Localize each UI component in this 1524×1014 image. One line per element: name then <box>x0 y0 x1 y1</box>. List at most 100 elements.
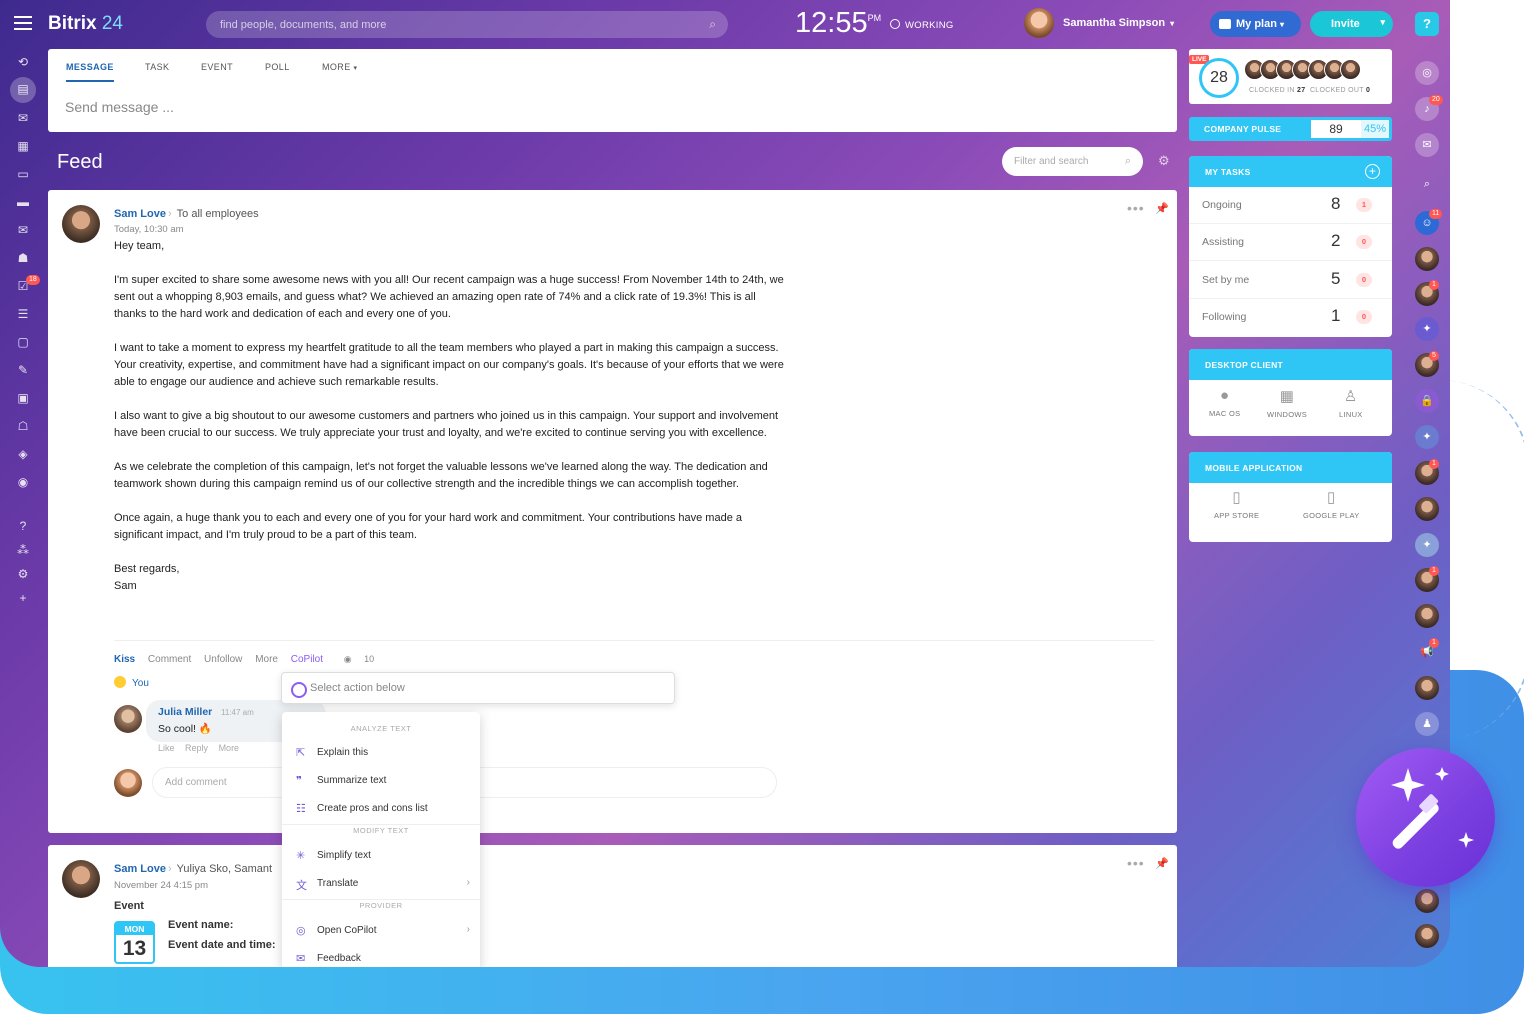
menu-item-translate[interactable]: 文 Translate › <box>282 871 480 897</box>
contact-avatar[interactable] <box>1415 497 1439 521</box>
tasks-icon[interactable]: ☑ 18 <box>8 274 40 298</box>
contacts-icon[interactable]: ▣ <box>8 386 38 410</box>
plus-icon[interactable]: + <box>1365 164 1380 179</box>
pin-icon[interactable]: 📌 <box>1155 857 1169 870</box>
messages-icon[interactable]: ✉ <box>1415 133 1439 157</box>
copilot-icon[interactable]: ◎ <box>1415 61 1439 85</box>
more-icon[interactable]: ◉ <box>8 470 38 494</box>
help-button[interactable]: ? <box>1415 12 1439 36</box>
copilot-select-input[interactable]: Select action below <box>281 672 675 704</box>
kiss-button[interactable]: Kiss <box>114 654 135 665</box>
google-play-download[interactable]: ▯ GOOGLE PLAY <box>1303 488 1360 520</box>
contact-avatar[interactable]: 1 <box>1415 566 1439 592</box>
more-icon[interactable]: ••• <box>1127 200 1145 216</box>
post-author[interactable]: Sam Love <box>114 863 166 875</box>
contact-avatar[interactable]: 5 <box>1415 351 1439 377</box>
user-icon[interactable]: ♟ <box>1415 712 1439 736</box>
work-status[interactable]: WORKING <box>890 19 954 31</box>
avatar[interactable] <box>114 705 142 733</box>
contact-avatar[interactable] <box>1415 604 1439 628</box>
menu-item-explain[interactable]: ⇱ Explain this <box>282 740 480 766</box>
contact-avatar[interactable] <box>1415 889 1439 913</box>
contact-avatar[interactable] <box>1415 247 1439 271</box>
task-row[interactable]: Assisting 2 0 <box>1189 224 1392 261</box>
like-link[interactable]: Like <box>158 743 175 753</box>
user-menu[interactable]: Samantha Simpson ▾ <box>1024 8 1174 38</box>
contact-avatar[interactable] <box>1415 676 1439 700</box>
avatar[interactable] <box>62 205 100 243</box>
copilot-button[interactable]: CoPilot <box>291 654 323 665</box>
clock[interactable]: 12:55PM <box>795 7 881 40</box>
tab-poll[interactable]: POLL <box>265 62 290 72</box>
tab-message[interactable]: MESSAGE <box>66 62 114 82</box>
lock-icon[interactable]: 🔒 <box>1415 389 1439 413</box>
menu-icon[interactable] <box>14 16 32 30</box>
attendance-ring[interactable]: 28 <box>1199 58 1239 98</box>
comment-button[interactable]: Comment <box>148 654 191 665</box>
tab-event[interactable]: EVENT <box>201 62 233 72</box>
search-icon[interactable]: ⌕ <box>709 17 716 32</box>
search-input[interactable]: find people, documents, and more ⌕ <box>206 11 728 38</box>
more-icon[interactable]: ••• <box>1127 855 1145 871</box>
contact-avatar[interactable] <box>1415 924 1439 948</box>
post-recipients[interactable]: › Yuliya Sko, Samant <box>168 863 272 875</box>
post-recipients[interactable]: › To all employees <box>168 208 259 220</box>
group-avatar[interactable]: ✦ <box>1415 533 1439 557</box>
settings-icon[interactable]: ⚙ <box>8 562 38 586</box>
menu-item-feedback[interactable]: ✉ Feedback <box>282 946 480 967</box>
menu-item-summarize[interactable]: ❞ Summarize text <box>282 768 480 794</box>
crm-icon[interactable]: ☰ <box>8 302 38 326</box>
avatar[interactable] <box>62 860 100 898</box>
more-link[interactable]: More <box>219 743 240 753</box>
sites-icon[interactable]: ▢ <box>8 330 38 354</box>
logo[interactable]: Bitrix 24 <box>48 13 123 35</box>
document-icon[interactable]: ▭ <box>8 162 38 186</box>
robot-icon[interactable]: ☖ <box>8 414 38 438</box>
activity-icon[interactable]: ⟲ <box>8 50 38 74</box>
group-avatar[interactable]: ✦ <box>1415 425 1439 449</box>
gear-icon[interactable]: ⚙ <box>1158 153 1170 169</box>
search-icon[interactable]: ⌕ <box>1415 172 1439 196</box>
send-message-input[interactable]: Send message ... <box>65 99 174 115</box>
contact-avatar[interactable]: 1 <box>1415 459 1439 485</box>
chat-icon[interactable]: ✉ <box>8 106 38 130</box>
company-pulse[interactable]: COMPANY PULSE 89 45% <box>1189 117 1392 141</box>
group-chat-icon[interactable]: ☺ 11 <box>1415 209 1443 235</box>
reaction-you[interactable]: You <box>114 676 149 689</box>
box-icon[interactable]: ◈ <box>8 442 38 466</box>
windows-download[interactable]: ▦ WINDOWS <box>1267 387 1307 419</box>
calendar-icon[interactable]: ▦ <box>8 134 38 158</box>
timeman-widget[interactable]: LIVE 28 CLOCKED IN 27 CLOCKED OUT 0 <box>1189 49 1392 104</box>
task-row[interactable]: Following 1 0 <box>1189 299 1392 336</box>
groups-icon[interactable]: ☗ <box>8 246 38 270</box>
group-avatar[interactable]: ✦ <box>1415 317 1439 341</box>
task-row[interactable]: Set by me 5 0 <box>1189 262 1392 299</box>
add-icon[interactable]: + <box>8 586 38 610</box>
menu-item-open-copilot[interactable]: ◎ Open CoPilot › <box>282 918 480 944</box>
comment-author[interactable]: Julia Miller <box>158 706 212 718</box>
unfollow-button[interactable]: Unfollow <box>204 654 242 665</box>
contact-avatar[interactable]: 1 <box>1415 280 1439 306</box>
mail-icon[interactable]: ✉ <box>8 218 38 242</box>
reply-link[interactable]: Reply <box>185 743 208 753</box>
mac-os-download[interactable]: ● MAC OS <box>1209 387 1240 418</box>
megaphone-icon[interactable]: 📢 1 <box>1415 638 1439 664</box>
bell-icon[interactable]: ♪ 20 <box>1415 95 1443 121</box>
menu-item-pros-cons[interactable]: ☷ Create pros and cons list <box>282 796 480 822</box>
filter-search-input[interactable]: Filter and search ⌕ <box>1002 147 1143 176</box>
menu-item-simplify[interactable]: ✳ Simplify text <box>282 843 480 869</box>
feed-icon[interactable]: ▤ <box>10 77 36 103</box>
invite-button[interactable]: Invite <box>1310 11 1393 37</box>
drive-icon[interactable]: ▬ <box>8 190 38 214</box>
app-store-download[interactable]: ▯ APP STORE <box>1214 488 1259 520</box>
pin-icon[interactable]: 📌 <box>1155 202 1169 215</box>
more-button[interactable]: More <box>255 654 278 665</box>
sign-icon[interactable]: ✎ <box>8 358 38 382</box>
tab-more[interactable]: MORE ▾ <box>322 62 357 72</box>
post-author[interactable]: Sam Love <box>114 208 166 220</box>
my-plan-button[interactable]: My plan ▾ <box>1210 11 1301 37</box>
tab-task[interactable]: TASK <box>145 62 169 72</box>
task-row[interactable]: Ongoing 8 1 <box>1189 187 1392 224</box>
help-icon[interactable]: ? <box>8 514 38 538</box>
linux-download[interactable]: ♙ LINUX <box>1339 387 1363 419</box>
